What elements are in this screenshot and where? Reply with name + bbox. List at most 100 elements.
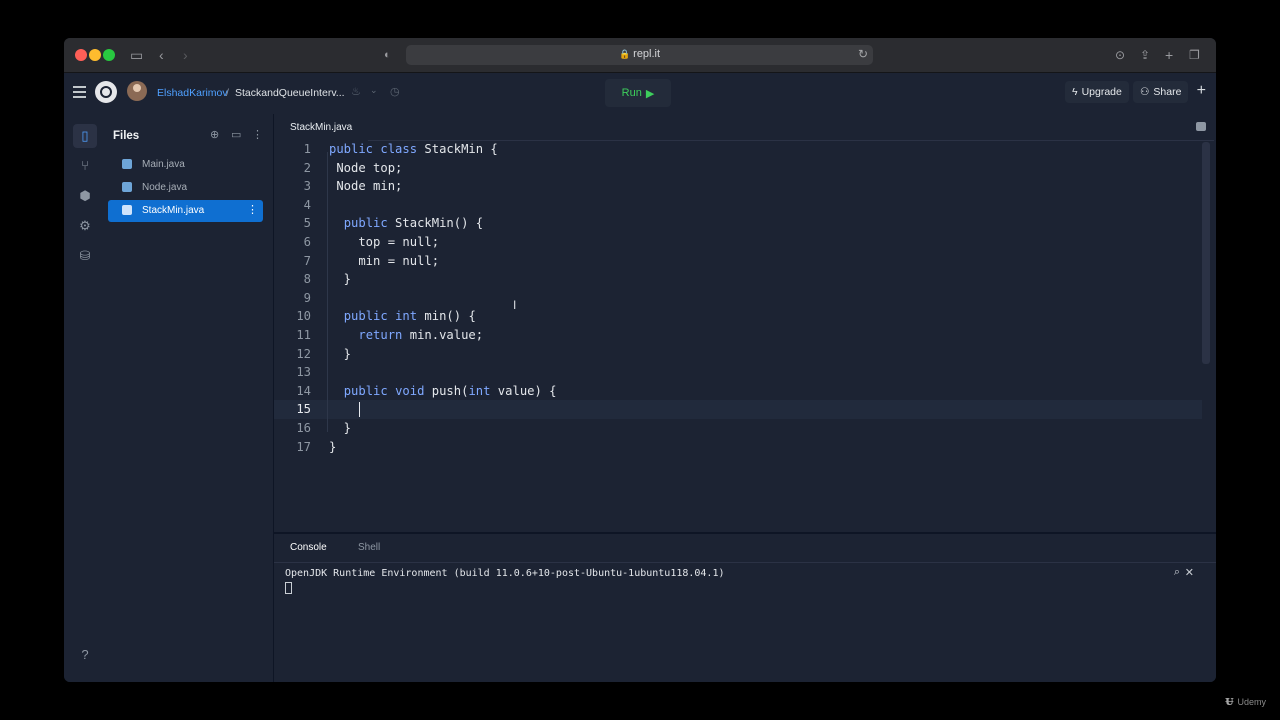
line-number: 16 [296,420,311,435]
tab-shell[interactable]: Shell [358,542,380,553]
chevron-down-icon[interactable]: ⌄ [370,85,378,96]
line-number: 12 [296,346,311,361]
file-item-main[interactable]: Main.java [108,154,263,176]
code-text[interactable]: } [329,438,336,457]
reload-icon[interactable]: ↻ [858,47,868,61]
code-text[interactable]: return min.value; [329,326,483,345]
search-icon[interactable]: ⌕ [1174,566,1180,579]
files-icon[interactable]: ▯ [73,124,97,148]
add-folder-icon[interactable]: ▭ [231,128,241,141]
code-line[interactable]: 11 return min.value; [274,326,1202,345]
run-button[interactable]: Run ▶ [605,79,671,107]
replit-logo[interactable] [95,81,117,103]
user-plus-icon: ⚇ [1140,86,1150,98]
line-number: 17 [296,439,311,454]
code-line[interactable]: 12 } [274,345,1202,364]
code-text[interactable]: public void push(int value) { [329,382,557,401]
help-icon[interactable]: ? [73,643,97,667]
line-number: 15 [296,402,311,417]
code-text[interactable]: } [329,419,351,438]
breadcrumb-separator: / [226,87,229,99]
bolt-icon: ϟ [1072,86,1078,98]
minimize-window-button[interactable] [89,49,101,61]
privacy-shield-icon[interactable]: ◐ [384,46,391,64]
code-line[interactable]: 14 public void push(int value) { [274,382,1202,401]
code-line[interactable]: 9 [274,289,1202,308]
code-text[interactable]: public class StackMin { [329,140,498,159]
file-options-icon[interactable]: ⋮ [247,203,258,216]
add-file-icon[interactable]: ⊕ [210,128,219,141]
code-text[interactable]: top = null; [329,233,439,252]
tab-overview-icon[interactable]: ❐ [1189,46,1200,64]
lock-icon: 🔒 [618,49,631,59]
code-text[interactable]: public int min() { [329,307,476,326]
avatar[interactable] [127,81,147,101]
code-editor[interactable]: StackMin.java 1 public class StackMin {2 … [274,114,1214,532]
history-icon[interactable]: ◷ [390,85,400,98]
code-text[interactable]: public StackMin() { [329,214,483,233]
line-number: 2 [303,160,311,175]
code-line[interactable]: 7 min = null; [274,252,1202,271]
language-icon[interactable]: ♨ [351,85,361,98]
editor-scrollbar[interactable] [1202,142,1210,364]
line-number: 3 [303,179,311,194]
line-number: 1 [303,142,311,156]
menu-icon[interactable] [73,86,86,101]
version-control-icon[interactable]: ⑂ [73,154,97,178]
code-line[interactable]: 16 } [274,419,1202,438]
address-bar[interactable]: 🔒 repl.it ↻ [406,45,873,65]
files-panel: Files ⊕ ▭ ⋮ Main.java Node.java StackMin… [106,114,270,682]
share-button[interactable]: ⚇ Share [1133,81,1189,103]
udemy-watermark: ᵾ Udemy [1225,694,1266,709]
code-line[interactable]: 2 Node top; [274,159,1202,178]
upgrade-button[interactable]: ϟ Upgrade [1065,81,1129,103]
back-icon[interactable]: ‹ [159,46,164,64]
code-line[interactable]: 17} [274,438,1202,457]
play-icon: ▶ [645,87,655,100]
packages-icon[interactable]: ⬢ [73,184,97,208]
new-tab-icon[interactable]: + [1165,46,1173,64]
code-text[interactable] [329,400,358,419]
close-icon[interactable]: ✕ [1185,566,1194,579]
more-options-icon[interactable]: ⋮ [252,128,263,141]
share-label: Share [1153,86,1182,98]
sidebar-toggle-icon[interactable]: ▭ [130,46,143,64]
code-line[interactable]: 15 [274,400,1202,419]
repl-name[interactable]: StackandQueueInterv... [235,87,345,99]
tab-console[interactable]: Console [290,542,327,553]
code-lines[interactable]: 1 public class StackMin {2 Node top; 3 Nod… [274,140,1202,456]
settings-icon[interactable]: ⚙ [73,214,97,238]
file-item-node[interactable]: Node.java [108,177,263,199]
line-number: 8 [303,272,311,287]
code-line[interactable]: 13 [274,363,1202,382]
app-header: ElshadKarimov / StackandQueueInterv... ♨… [64,73,1216,113]
close-window-button[interactable] [75,49,87,61]
forward-icon[interactable]: › [183,46,188,64]
username-link[interactable]: ElshadKarimov [157,87,228,99]
line-number: 5 [303,216,311,231]
code-line[interactable]: 5 public StackMin() { [274,214,1202,233]
plus-icon[interactable]: + [1197,83,1206,99]
code-line[interactable]: 4 [274,196,1202,215]
code-line[interactable]: 6 top = null; [274,233,1202,252]
layout-icon[interactable] [1196,122,1206,131]
code-text[interactable]: Node min; [329,177,402,196]
database-icon[interactable]: ⛁ [73,244,97,268]
code-line[interactable]: 8 } [274,270,1202,289]
code-line[interactable]: 10 public int min() { [274,307,1202,326]
console-output[interactable]: OpenJDK Runtime Environment (build 11.0.… [285,568,725,579]
code-text[interactable]: } [329,270,351,289]
code-text[interactable]: } [329,345,351,364]
sidebar-rail: ▯ ⑂ ⬢ ⚙ ⛁ ? [64,114,106,682]
code-line[interactable]: 3 Node min; [274,177,1202,196]
tab-stackmin[interactable]: StackMin.java [274,114,369,141]
code-text[interactable]: min = null; [329,252,439,271]
downloads-icon[interactable]: ⊙ [1115,46,1125,64]
zoom-window-button[interactable] [103,49,115,61]
code-line[interactable]: 1 public class StackMin { [274,140,1202,159]
file-item-stackmin[interactable]: StackMin.java ⋮ [108,200,263,222]
share-page-icon[interactable]: ⇪ [1140,46,1150,64]
code-text[interactable]: Node top; [329,159,402,178]
file-name: Node.java [142,182,188,193]
file-name: StackMin.java [142,205,205,216]
